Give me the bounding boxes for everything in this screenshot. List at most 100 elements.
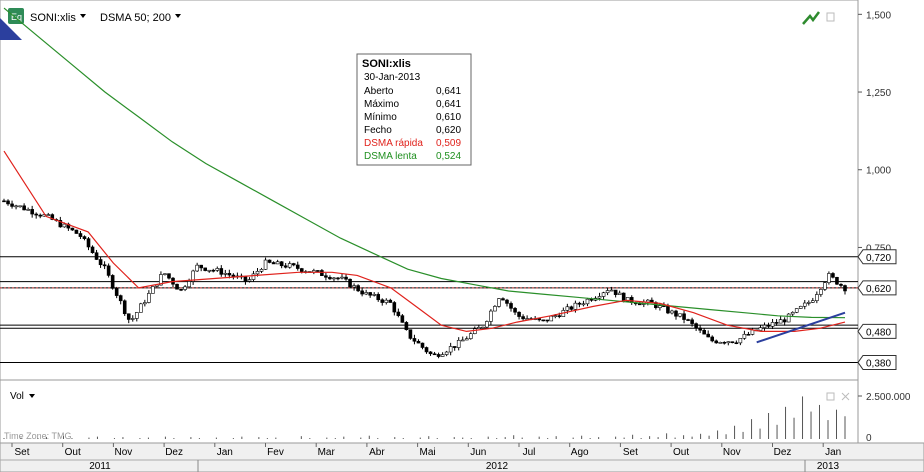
month-label: Nov (115, 447, 133, 458)
candle-body (118, 295, 123, 302)
month-label: Nov (723, 447, 741, 458)
candle-body (819, 289, 823, 295)
candle-body (770, 322, 775, 327)
candle-body (509, 303, 513, 309)
candle-body (577, 302, 582, 305)
candle-body (368, 292, 372, 296)
candle-body (521, 316, 525, 320)
info-row-value: 0,524 (436, 151, 461, 162)
candle-body (400, 315, 405, 323)
candle-body (175, 283, 179, 290)
candle-body (247, 279, 252, 282)
candle-body (219, 268, 224, 275)
candle-body (658, 305, 662, 308)
month-label: Jun (470, 447, 486, 458)
candle-body (299, 268, 304, 272)
candle-body (573, 302, 578, 310)
candle-body (360, 290, 364, 295)
candle-body (786, 313, 791, 323)
candle-body (267, 259, 272, 263)
month-label: Mar (318, 447, 336, 458)
volume-tick-label: 2.500.000 (866, 392, 911, 403)
info-row-label: Mínimo (364, 112, 397, 123)
candle-body (477, 327, 481, 330)
candle-body (167, 273, 171, 279)
candle-body (392, 302, 397, 313)
candle-body (569, 306, 574, 310)
candle-body (758, 327, 763, 331)
candle-body (340, 276, 344, 279)
candle-body (320, 270, 324, 276)
candle-body (440, 354, 445, 357)
month-label: Set (14, 447, 29, 458)
candle-body (396, 311, 401, 316)
candle-body (493, 306, 497, 312)
candle-body (798, 305, 803, 309)
info-row-value: 0,509 (436, 138, 461, 149)
candle-body (316, 270, 320, 272)
candle-body (295, 264, 300, 269)
candle-body (790, 312, 795, 315)
indicator-label: DSMA 50; 200 (100, 12, 171, 24)
candle-body (151, 286, 155, 294)
candle-body (637, 303, 642, 306)
candle-body (2, 200, 6, 203)
candle-body (364, 292, 368, 295)
candle-body (802, 302, 807, 307)
candle-body (428, 351, 433, 355)
candle-body (404, 322, 409, 330)
candle-body (18, 205, 22, 208)
candle-body (26, 209, 30, 211)
price-label: 0,380 (866, 358, 891, 369)
candle-body (682, 313, 686, 320)
candle-body (22, 205, 26, 211)
month-label: Jul (523, 447, 536, 458)
candle-body (46, 214, 51, 216)
candle-body (227, 273, 232, 276)
year-label: 2011 (89, 461, 111, 472)
candle-body (199, 264, 203, 269)
timezone-label: Time Zone: TMG (4, 431, 72, 441)
candle-body (380, 299, 385, 303)
info-box-date: 30-Jan-2013 (364, 72, 421, 83)
candle-body (98, 259, 103, 266)
candle-body (255, 271, 260, 275)
candle-body (291, 263, 296, 266)
candle-body (766, 324, 771, 327)
candle-body (432, 353, 437, 356)
candle-body (501, 298, 505, 301)
info-box-title: SONI:xlis (362, 58, 411, 70)
candle-body (762, 324, 767, 328)
candle-body (537, 318, 541, 321)
candle-body (714, 340, 719, 344)
info-row-label: Fecho (364, 125, 392, 136)
candle-body (674, 310, 678, 317)
month-label: Out (65, 447, 81, 458)
info-row-value: 0,641 (436, 86, 461, 97)
candle-body (448, 346, 453, 353)
candle-body (746, 333, 751, 336)
candle-body (456, 340, 461, 348)
info-row-value: 0,641 (436, 99, 461, 110)
candle-body (827, 273, 831, 283)
candle-body (424, 347, 429, 353)
candle-body (344, 276, 348, 280)
candle-body (513, 308, 517, 313)
price-label: 0,720 (866, 253, 891, 264)
candle-body (702, 329, 706, 335)
candle-body (408, 329, 413, 339)
info-row-label: Aberto (364, 86, 394, 97)
candle-body (420, 342, 425, 348)
month-label: Ago (571, 447, 589, 458)
candle-body (348, 278, 352, 288)
year-label: 2013 (817, 461, 840, 472)
candle-body (742, 333, 747, 339)
info-row-value: 0,620 (436, 125, 461, 136)
candle-body (187, 281, 191, 288)
candle-body (416, 340, 421, 344)
candle-body (698, 327, 702, 331)
candle-body (82, 236, 87, 239)
candle-body (605, 290, 610, 294)
candle-body (126, 313, 131, 320)
candle-body (251, 273, 256, 280)
